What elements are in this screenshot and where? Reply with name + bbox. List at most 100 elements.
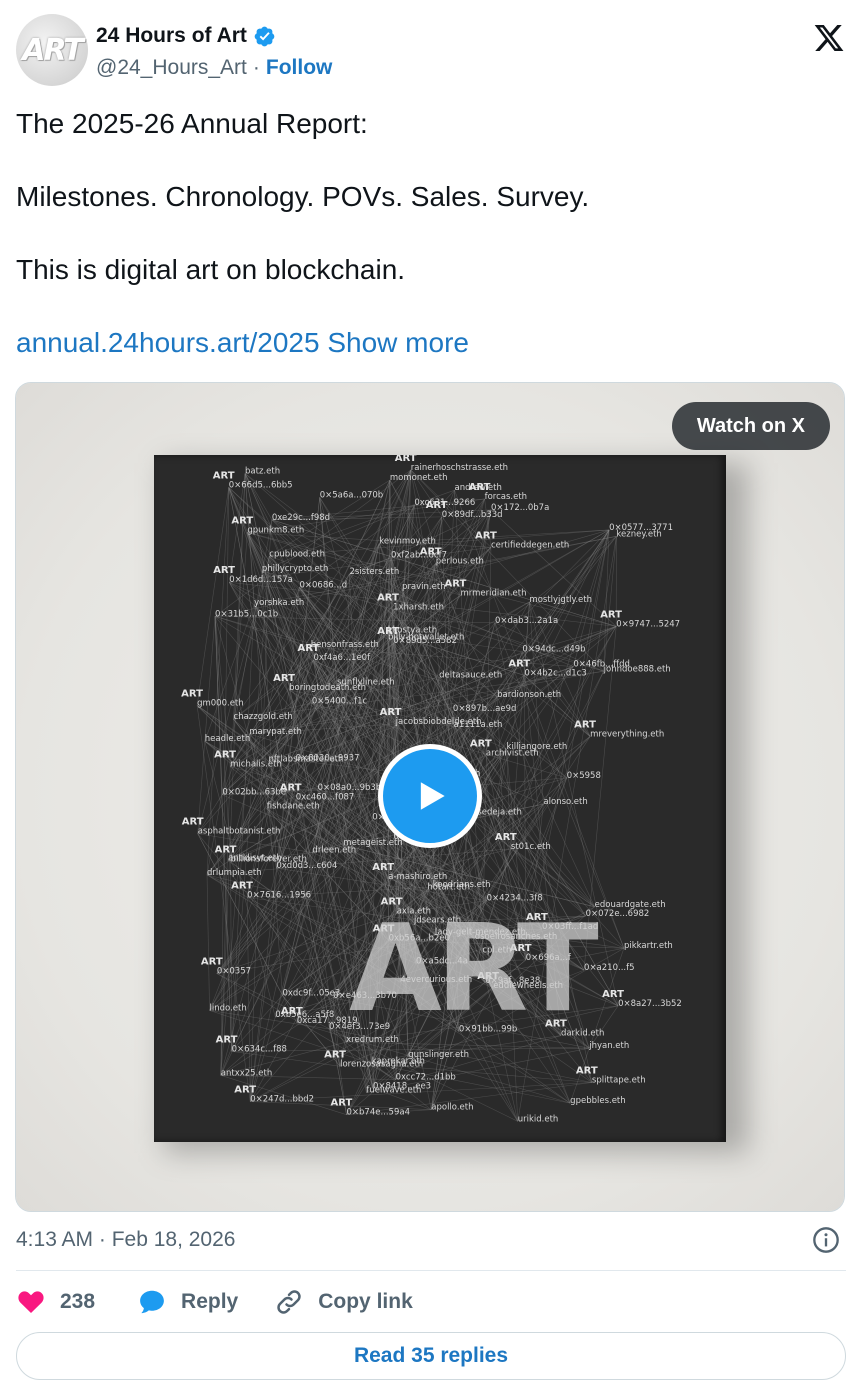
collector-name: a1111a.eth bbox=[454, 720, 503, 730]
collector-name: 0×634c...f88 bbox=[232, 1044, 287, 1054]
art-mini-logo: ART bbox=[234, 1085, 256, 1096]
collector-name: lorenzosasagna.eth bbox=[340, 1059, 423, 1069]
like-button[interactable]: 238 bbox=[16, 1287, 95, 1317]
collector-name: 0xdc9f...05e3 bbox=[282, 988, 340, 998]
reply-label: Reply bbox=[181, 1290, 239, 1313]
art-mini-logo: ART bbox=[280, 783, 302, 794]
collector-name: forcas.eth bbox=[485, 492, 527, 502]
like-count: 238 bbox=[60, 1290, 96, 1313]
tweet-line-3: This is digital art on blockchain. bbox=[16, 254, 406, 285]
collector-name: splittape.eth bbox=[592, 1076, 646, 1086]
collector-name: 0×0686...d bbox=[299, 580, 347, 590]
collector-name: drleen.eth bbox=[312, 846, 356, 856]
collector-name: batz.eth bbox=[245, 467, 280, 477]
collector-name: gpunkm8.eth bbox=[247, 525, 304, 535]
art-mini-logo: ART bbox=[297, 643, 319, 654]
tweet-link[interactable]: annual.24hours.art/2025 bbox=[16, 327, 320, 358]
play-button[interactable] bbox=[378, 744, 482, 848]
collector-name: bensonfrass.eth bbox=[311, 640, 379, 650]
art-mini-logo: ART bbox=[213, 565, 235, 576]
collector-name: 0×4b2c...d1c3 bbox=[524, 668, 586, 678]
tweet-line-2: Milestones. Chronology. POVs. Sales. Sur… bbox=[16, 181, 590, 212]
collector-name: mreverything.eth bbox=[590, 729, 664, 739]
art-mini-logo: ART bbox=[377, 592, 399, 603]
watch-on-x-button[interactable]: Watch on X bbox=[671, 402, 830, 450]
display-name[interactable]: 24 Hours of Art bbox=[96, 24, 247, 48]
avatar[interactable]: ART bbox=[16, 14, 88, 86]
collector-name: deltasauce.eth bbox=[439, 670, 502, 680]
collector-name: pravin.eth bbox=[402, 582, 446, 592]
collector-name: perlous.eth bbox=[436, 556, 484, 566]
collector-name: fuelwave.eth bbox=[366, 1086, 421, 1096]
collector-name: asphaltbotanist.eth bbox=[198, 827, 281, 837]
collector-name: 0×66d5...6bb5 bbox=[229, 480, 293, 490]
collector-name: gpebbles.eth bbox=[570, 1096, 625, 1106]
follow-button[interactable]: Follow bbox=[266, 56, 333, 80]
collector-name: 0×897b...ae9d bbox=[453, 704, 517, 714]
art-mini-logo: ART bbox=[574, 719, 596, 730]
copy-link-label: Copy link bbox=[318, 1290, 413, 1313]
art-mini-logo: ART bbox=[216, 1034, 238, 1045]
collector-name: pikkartr.eth bbox=[624, 941, 673, 951]
action-bar: 238 Reply Copy link bbox=[16, 1284, 413, 1320]
collector-name: momonet.eth bbox=[390, 473, 448, 483]
collector-name: kevinmoy.eth bbox=[379, 536, 436, 546]
collector-name: 0×b74e...59a4 bbox=[346, 1108, 410, 1118]
art-mini-logo: ART bbox=[201, 957, 223, 968]
collector-name: antxx25.eth bbox=[221, 1068, 272, 1078]
collector-name: jhyan.eth bbox=[588, 1041, 629, 1051]
divider bbox=[16, 1270, 846, 1271]
heart-icon bbox=[18, 1291, 44, 1313]
collector-name: marypat.eth bbox=[249, 727, 302, 737]
collector-name: 0×02bb...63be bbox=[222, 788, 286, 798]
art-mini-logo: ART bbox=[377, 626, 399, 637]
avatar-logo: ART bbox=[22, 32, 83, 68]
collector-name: 0xd0d3...c604 bbox=[276, 861, 337, 871]
show-more-link[interactable]: Show more bbox=[327, 327, 469, 358]
collector-name: 0xf4a6...1e0f bbox=[313, 653, 371, 663]
name-row: 24 Hours of Art bbox=[96, 24, 276, 48]
collector-name: phillycrypto.eth bbox=[262, 564, 329, 574]
art-mini-logo: ART bbox=[231, 515, 253, 526]
handle[interactable]: @24_Hours_Art bbox=[96, 56, 247, 80]
collector-name: 0×1d6d...157a bbox=[229, 575, 293, 585]
collector-name: rainerhoschstrasse.eth bbox=[411, 463, 508, 473]
art-mini-logo: ART bbox=[420, 546, 442, 557]
collector-name: archivist.eth bbox=[486, 748, 539, 758]
art-mini-logo: ART bbox=[324, 1049, 346, 1060]
collector-name: gm000.eth bbox=[197, 698, 244, 708]
collector-name: apollo.eth bbox=[431, 1103, 473, 1113]
art-mini-logo: ART bbox=[475, 530, 497, 541]
media-video[interactable]: rainerhoschstrasse.eth ART batz.eth momonet… bbox=[15, 382, 845, 1212]
art-mini-logo: ART bbox=[181, 688, 203, 699]
art-mini-logo: ART bbox=[273, 673, 295, 684]
collector-name: michalis.eth bbox=[230, 760, 282, 770]
art-mini-logo: ART bbox=[508, 658, 530, 669]
collector-name: 0×9747...5247 bbox=[616, 619, 680, 629]
tweet-timestamp[interactable]: 4:13 AM · Feb 18, 2026 bbox=[16, 1228, 235, 1252]
reply-button[interactable]: Reply bbox=[137, 1287, 238, 1317]
collector-name: mrmeridian.eth bbox=[461, 588, 527, 598]
art-mini-logo: ART bbox=[469, 482, 491, 493]
x-logo-icon[interactable] bbox=[812, 22, 846, 54]
art-mini-logo: ART bbox=[470, 738, 492, 749]
collector-name: fishdane.eth bbox=[267, 802, 320, 812]
handle-row: @24_Hours_Art · Follow bbox=[96, 56, 332, 80]
collector-name: bardionson.eth bbox=[497, 690, 561, 700]
copy-link-button[interactable]: Copy link bbox=[274, 1287, 413, 1317]
tweet-line-1: The 2025-26 Annual Report: bbox=[16, 108, 368, 139]
art-mini-logo: ART bbox=[215, 845, 237, 856]
read-replies-button[interactable]: Read 35 replies bbox=[16, 1332, 846, 1380]
tweet-header: ART 24 Hours of Art @24_Hours_Art · Foll… bbox=[16, 14, 846, 94]
art-mini-logo: ART bbox=[281, 1006, 303, 1017]
art-mini-logo: ART bbox=[445, 578, 467, 589]
art-mini-logo: ART bbox=[213, 470, 235, 481]
collector-name: lindo.eth bbox=[210, 1003, 247, 1013]
collector-name: 0×5a6a...070b bbox=[320, 490, 384, 500]
collector-name: mostlyjgtly.eth bbox=[529, 595, 592, 605]
collector-name: 0×08a0...9b3b bbox=[318, 783, 382, 793]
info-icon[interactable] bbox=[812, 1226, 840, 1254]
art-mini-logo: ART bbox=[214, 750, 236, 761]
collector-name: 0×94dc...d49b bbox=[522, 645, 585, 655]
collector-name: yorshka.eth bbox=[254, 598, 304, 608]
